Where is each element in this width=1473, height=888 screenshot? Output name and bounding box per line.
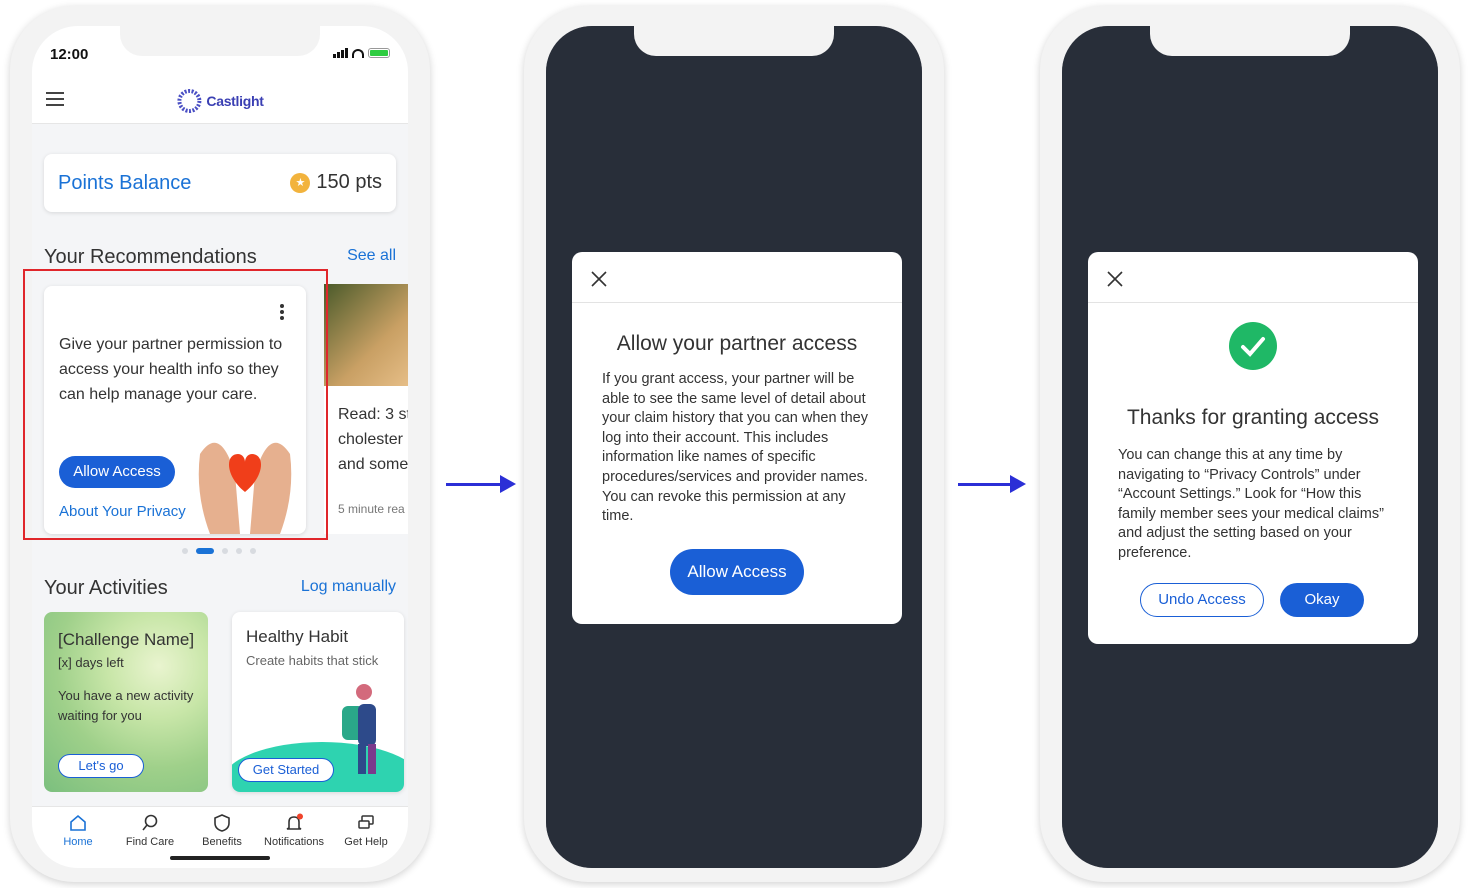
battery-icon bbox=[368, 48, 390, 58]
article-line-2: cholester bbox=[338, 431, 403, 448]
points-label: Points Balance bbox=[58, 172, 192, 194]
article-image bbox=[324, 284, 408, 386]
challenge-days: [x] days left bbox=[58, 655, 124, 670]
recommendation-card-2[interactable]: Read: 3 st cholester and somet 5 minute … bbox=[324, 284, 408, 534]
tab-benefits-label: Benefits bbox=[202, 836, 242, 848]
hiker-icon bbox=[342, 684, 376, 774]
castlight-logo-mark bbox=[177, 89, 202, 113]
home-icon bbox=[70, 814, 86, 831]
status-icons bbox=[333, 48, 390, 58]
modal-body: If you grant access, your partner will b… bbox=[602, 371, 868, 525]
tab-home[interactable]: Home bbox=[42, 813, 114, 848]
phone-thanks-modal: Thanks for granting access You can chang… bbox=[1040, 6, 1460, 882]
tab-notifications-label: Notifications bbox=[264, 836, 324, 848]
phone-allow-modal: Allow your partner access If you grant a… bbox=[524, 6, 944, 882]
shield-icon bbox=[214, 814, 230, 832]
modal-divider bbox=[1088, 302, 1418, 303]
close-icon[interactable] bbox=[590, 270, 608, 288]
flow-arrow-2 bbox=[958, 475, 1026, 493]
modal-body: You can change this at any time by navig… bbox=[1118, 447, 1384, 561]
bell-icon bbox=[286, 813, 303, 830]
screen-thanks-modal: Thanks for granting access You can chang… bbox=[1062, 26, 1438, 868]
habit-title: Healthy Habit bbox=[246, 627, 349, 646]
modal-title: Thanks for granting access bbox=[1126, 406, 1380, 429]
menu-icon[interactable] bbox=[46, 92, 64, 106]
tab-get-help-label: Get Help bbox=[344, 836, 388, 848]
article-line-1: Read: 3 st bbox=[338, 406, 408, 423]
undo-access-button[interactable]: Undo Access bbox=[1140, 583, 1264, 617]
article-line-3: and somet bbox=[338, 456, 408, 473]
activities-title: Your Activities bbox=[44, 577, 168, 599]
habit-desc: Create habits that stick bbox=[246, 653, 379, 668]
log-manually-link[interactable]: Log manually bbox=[301, 578, 396, 596]
home-indicator bbox=[170, 856, 270, 860]
chat-icon bbox=[358, 815, 374, 829]
lets-go-button[interactable]: Let's go bbox=[58, 754, 144, 778]
points-value: 150 pts bbox=[316, 171, 382, 193]
flow-arrow-1 bbox=[446, 475, 516, 493]
castlight-logo: Castlight bbox=[176, 88, 264, 114]
bottom-tab-bar: Home Find Care Benefits Notifications Ge… bbox=[32, 806, 408, 868]
signal-icon bbox=[333, 48, 348, 58]
wifi-icon bbox=[352, 48, 364, 58]
get-started-button[interactable]: Get Started bbox=[238, 758, 334, 782]
okay-button[interactable]: Okay bbox=[1280, 583, 1364, 617]
points-balance-card[interactable]: Points Balance ★ 150 pts bbox=[44, 154, 396, 212]
success-check-icon bbox=[1229, 322, 1277, 370]
tab-notifications[interactable]: Notifications bbox=[258, 813, 330, 848]
see-all-link[interactable]: See all bbox=[347, 247, 396, 265]
challenge-desc: You have a new activity waiting for you bbox=[58, 688, 194, 723]
carousel-dots[interactable] bbox=[182, 548, 256, 554]
allow-access-modal: Allow your partner access If you grant a… bbox=[572, 252, 902, 624]
article-title: Read: 3 st cholester and somet bbox=[338, 402, 408, 477]
status-time: 12:00 bbox=[50, 46, 89, 63]
tab-find-care-label: Find Care bbox=[125, 836, 175, 848]
healthy-habit-card[interactable]: Healthy Habit Create habits that stick G… bbox=[232, 612, 404, 792]
tab-find-care[interactable]: Find Care bbox=[114, 813, 186, 848]
modal-title: Allow your partner access bbox=[616, 332, 858, 355]
tab-benefits[interactable]: Benefits bbox=[186, 813, 258, 848]
close-icon[interactable] bbox=[1106, 270, 1124, 288]
coin-icon: ★ bbox=[290, 172, 311, 193]
tab-home-label: Home bbox=[63, 836, 93, 848]
points-value-wrap: ★ 150 pts bbox=[290, 171, 382, 194]
notch bbox=[120, 26, 320, 56]
screen-allow-modal: Allow your partner access If you grant a… bbox=[546, 26, 922, 868]
search-icon bbox=[142, 814, 158, 831]
challenge-title: [Challenge Name] bbox=[58, 630, 195, 649]
app-header: Castlight bbox=[32, 76, 408, 124]
modal-divider bbox=[572, 302, 902, 303]
article-meta: 5 minute rea bbox=[338, 502, 405, 516]
challenge-card[interactable]: [Challenge Name] [x] days left You have … bbox=[44, 612, 208, 792]
tab-get-help[interactable]: Get Help bbox=[330, 813, 402, 848]
thanks-modal: Thanks for granting access You can chang… bbox=[1088, 252, 1418, 644]
brand-name: Castlight bbox=[206, 93, 264, 109]
recommendations-title: Your Recommendations bbox=[44, 246, 257, 268]
notch bbox=[634, 26, 834, 56]
allow-access-button[interactable]: Allow Access bbox=[670, 549, 804, 595]
notch bbox=[1150, 26, 1350, 56]
highlight-box bbox=[23, 269, 328, 540]
